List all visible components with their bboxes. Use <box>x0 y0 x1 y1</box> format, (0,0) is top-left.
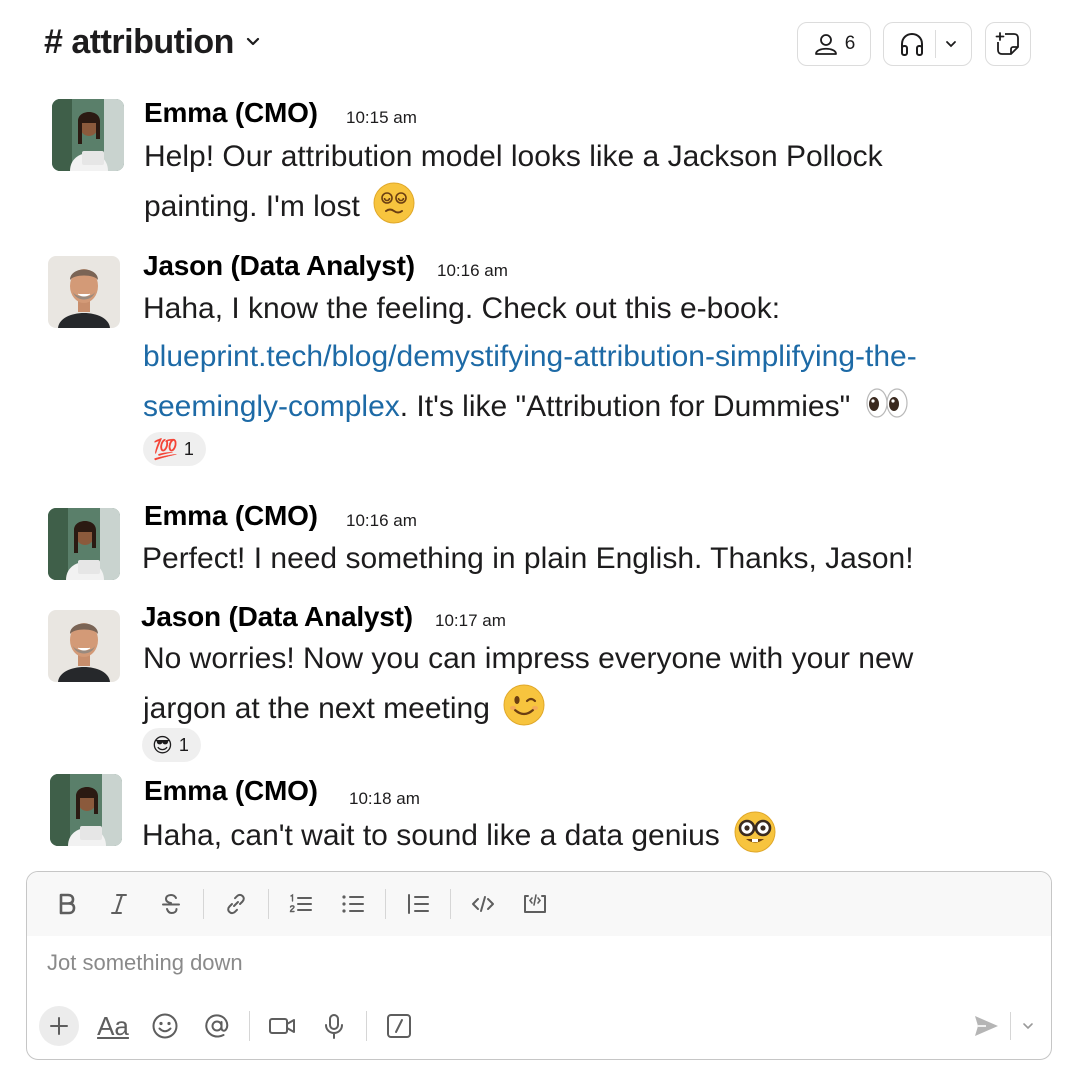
send-controls <box>972 1006 1035 1046</box>
message-line: jargon at the next meeting <box>143 692 490 725</box>
canvas-button[interactable] <box>985 22 1031 66</box>
code-block-icon[interactable] <box>515 884 555 924</box>
sunglasses-face-emoji-icon: 😎 <box>152 734 173 757</box>
avatar-emma[interactable] <box>52 99 124 171</box>
numbered-list-icon[interactable] <box>281 884 321 924</box>
channel-title[interactable]: # attribution <box>44 23 234 62</box>
nerd-face-emoji-icon <box>732 810 776 854</box>
winking-face-emoji-icon <box>502 683 546 727</box>
avatar-emma[interactable] <box>50 774 122 846</box>
divider <box>385 889 386 919</box>
message-line-with-emoji: Haha, can't wait to sound like a data ge… <box>142 810 776 860</box>
timestamp[interactable]: 10:17 am <box>435 611 506 631</box>
message-line: Perfect! I need something in plain Engli… <box>142 542 914 575</box>
timestamp[interactable]: 10:16 am <box>437 261 508 281</box>
avatar-jason[interactable] <box>48 610 120 682</box>
message-text: No worries! Now you can impress everyone… <box>143 635 913 733</box>
person-icon <box>813 31 839 57</box>
reaction-count: 1 <box>183 438 194 459</box>
members-button[interactable]: 6 <box>797 22 871 66</box>
timestamp[interactable]: 10:16 am <box>346 511 417 531</box>
code-icon[interactable] <box>463 884 503 924</box>
hundred-points-emoji-icon: 💯 <box>153 438 178 461</box>
microphone-icon[interactable] <box>314 1006 354 1046</box>
reaction-count: 1 <box>178 734 189 755</box>
divider <box>366 1011 367 1041</box>
eyes-emoji-icon <box>863 381 908 425</box>
message-text: Help! Our attribution model looks like a… <box>144 133 883 231</box>
formatting-toggle-button[interactable]: Aa <box>93 1006 133 1046</box>
formatting-label: Aa <box>97 1010 129 1041</box>
channel-header[interactable]: # attribution <box>44 18 262 66</box>
sender-name[interactable]: Emma (CMO) <box>144 500 318 532</box>
message-text: Perfect! I need something in plain Engli… <box>142 535 914 583</box>
message-line: Haha, I know the feeling. Check out this… <box>143 292 781 325</box>
message-text: Haha, I know the feeling. Check out this… <box>143 285 917 431</box>
send-icon[interactable] <box>972 1013 1000 1039</box>
member-count: 6 <box>844 33 856 54</box>
link-icon[interactable] <box>216 884 256 924</box>
mention-icon[interactable] <box>197 1006 237 1046</box>
plus-icon[interactable] <box>39 1006 79 1046</box>
timestamp[interactable]: 10:15 am <box>346 108 417 128</box>
message-line: No worries! Now you can impress everyone… <box>143 642 914 675</box>
divider <box>268 889 269 919</box>
ebook-link-continued[interactable]: seemingly-complex <box>143 390 400 423</box>
italic-icon[interactable] <box>99 884 139 924</box>
bulleted-list-icon[interactable] <box>333 884 373 924</box>
strikethrough-icon[interactable] <box>151 884 191 924</box>
reaction-pill[interactable]: 😎 1 <box>142 728 201 762</box>
slash-command-icon[interactable] <box>379 1006 419 1046</box>
message-line: Help! Our attribution model looks like a… <box>144 140 883 173</box>
message-line: . It's like "Attribution for Dummies" <box>399 390 851 423</box>
avatar-emma[interactable] <box>48 508 120 580</box>
chevron-down-icon[interactable] <box>944 37 958 51</box>
chevron-down-icon[interactable] <box>244 33 262 51</box>
headphones-icon[interactable] <box>897 29 927 59</box>
chevron-down-icon[interactable] <box>1021 1019 1035 1033</box>
message-text: Haha, can't wait to sound like a data ge… <box>142 810 776 860</box>
divider <box>203 889 204 919</box>
dizzy-face-emoji-icon <box>372 181 416 225</box>
message-line-with-emoji: painting. I'm lost <box>144 181 883 231</box>
message-composer: Jot something down Aa <box>26 871 1052 1060</box>
bold-icon[interactable] <box>47 884 87 924</box>
emoji-icon[interactable] <box>145 1006 185 1046</box>
reaction-pill[interactable]: 💯 1 <box>143 432 206 466</box>
composer-actions: Aa <box>39 1004 431 1048</box>
avatar-jason[interactable] <box>48 256 120 328</box>
sender-name[interactable]: Jason (Data Analyst) <box>143 250 415 282</box>
divider <box>450 889 451 919</box>
sender-name[interactable]: Emma (CMO) <box>144 97 318 129</box>
timestamp[interactable]: 10:18 am <box>349 789 420 809</box>
divider <box>249 1011 250 1041</box>
divider <box>1010 1012 1011 1040</box>
formatting-toolbar <box>27 872 1051 936</box>
sender-name[interactable]: Emma (CMO) <box>144 775 318 807</box>
new-canvas-icon <box>994 30 1022 58</box>
huddle-button[interactable] <box>883 22 972 66</box>
message-input[interactable]: Jot something down <box>47 950 243 976</box>
sender-name[interactable]: Jason (Data Analyst) <box>141 601 413 633</box>
ebook-link[interactable]: blueprint.tech/blog/demystifying-attribu… <box>143 340 917 373</box>
message-line: painting. I'm lost <box>144 190 360 223</box>
blockquote-icon[interactable] <box>398 884 438 924</box>
message-line: Haha, can't wait to sound like a data ge… <box>142 819 720 852</box>
message-line-with-emoji: jargon at the next meeting <box>143 683 913 733</box>
divider <box>935 30 936 58</box>
video-icon[interactable] <box>262 1006 302 1046</box>
